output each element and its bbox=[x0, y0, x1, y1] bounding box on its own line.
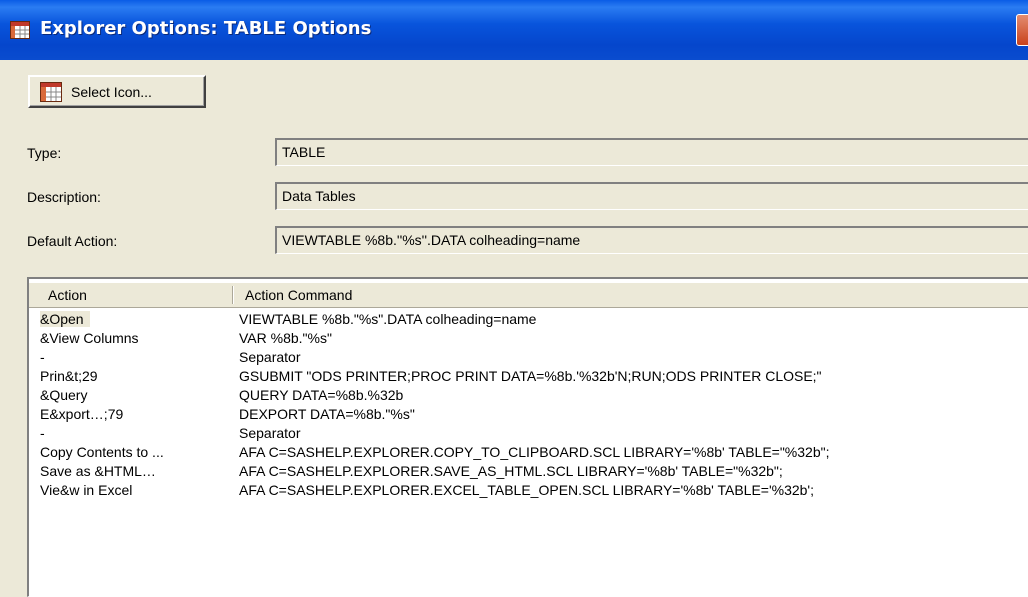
close-icon[interactable] bbox=[1016, 14, 1028, 46]
command-cell: Separator bbox=[239, 425, 301, 441]
command-cell: QUERY DATA=%8b.%32b bbox=[239, 387, 404, 403]
description-value: Data Tables bbox=[282, 188, 356, 204]
window-title: Explorer Options: TABLE Options bbox=[40, 18, 372, 39]
column-header-action[interactable]: Action bbox=[48, 287, 87, 303]
action-cell: Save as &HTML… bbox=[40, 463, 156, 479]
action-cell: Prin&t;29 bbox=[40, 368, 98, 384]
command-cell: VIEWTABLE %8b."%s".DATA colheading=name bbox=[239, 311, 537, 327]
type-label: Type: bbox=[27, 145, 62, 161]
action-cell: &Open bbox=[40, 311, 90, 327]
list-header: Action Action Command bbox=[29, 283, 1028, 308]
type-value: TABLE bbox=[282, 144, 326, 160]
select-icon-button[interactable]: Select Icon... bbox=[28, 75, 206, 108]
table-row[interactable]: Save as &HTML… AFA C=SASHELP.EXPLORER.SA… bbox=[29, 463, 1028, 481]
type-field[interactable]: TABLE bbox=[275, 138, 1028, 166]
action-cell: E&xport…;79 bbox=[40, 406, 124, 422]
title-bar[interactable]: Explorer Options: TABLE Options bbox=[0, 0, 1028, 60]
action-cell: Vie&w in Excel bbox=[40, 482, 133, 498]
command-cell: GSUBMIT "ODS PRINTER;PROC PRINT DATA=%8b… bbox=[239, 368, 822, 384]
table-row[interactable]: E&xport…;79 DEXPORT DATA=%8b."%s" bbox=[29, 406, 1028, 424]
select-icon-label: Select Icon... bbox=[71, 84, 152, 100]
default-action-field[interactable]: VIEWTABLE %8b.''%s''.DATA colheading=nam… bbox=[275, 226, 1028, 254]
command-cell: AFA C=SASHELP.EXPLORER.COPY_TO_CLIPBOARD… bbox=[239, 444, 830, 460]
table-row[interactable]: &Query QUERY DATA=%8b.%32b bbox=[29, 387, 1028, 405]
table-row[interactable]: Copy Contents to ... AFA C=SASHELP.EXPLO… bbox=[29, 444, 1028, 462]
table-row[interactable]: - Separator bbox=[29, 425, 1028, 443]
table-row[interactable]: &Open VIEWTABLE %8b."%s".DATA colheading… bbox=[29, 311, 1028, 329]
command-cell: AFA C=SASHELP.EXPLORER.SAVE_AS_HTML.SCL … bbox=[239, 463, 783, 479]
action-cell: - bbox=[40, 349, 45, 365]
actions-list[interactable]: Action Action Command &Open VIEWTABLE %8… bbox=[27, 277, 1028, 597]
command-cell: VAR %8b."%s" bbox=[239, 330, 332, 346]
description-field[interactable]: Data Tables bbox=[275, 182, 1028, 210]
default-action-label: Default Action: bbox=[27, 233, 118, 249]
action-cell: Copy Contents to ... bbox=[40, 444, 164, 460]
action-cell: &Query bbox=[40, 387, 88, 403]
command-cell: AFA C=SASHELP.EXPLORER.EXCEL_TABLE_OPEN.… bbox=[239, 482, 814, 498]
action-cell: - bbox=[40, 425, 45, 441]
column-header-command[interactable]: Action Command bbox=[245, 287, 352, 303]
description-label: Description: bbox=[27, 189, 101, 205]
column-divider[interactable] bbox=[232, 286, 233, 304]
command-cell: Separator bbox=[239, 349, 301, 365]
table-icon bbox=[10, 21, 30, 42]
table-icon bbox=[40, 82, 62, 105]
default-action-value: VIEWTABLE %8b.''%s''.DATA colheading=nam… bbox=[282, 232, 581, 248]
table-row[interactable]: - Separator bbox=[29, 349, 1028, 367]
action-cell: &View Columns bbox=[40, 330, 139, 346]
table-row[interactable]: &View Columns VAR %8b."%s" bbox=[29, 330, 1028, 348]
table-row[interactable]: Prin&t;29 GSUBMIT "ODS PRINTER;PROC PRIN… bbox=[29, 368, 1028, 386]
command-cell: DEXPORT DATA=%8b."%s" bbox=[239, 406, 415, 422]
table-row[interactable]: Vie&w in Excel AFA C=SASHELP.EXPLORER.EX… bbox=[29, 482, 1028, 500]
